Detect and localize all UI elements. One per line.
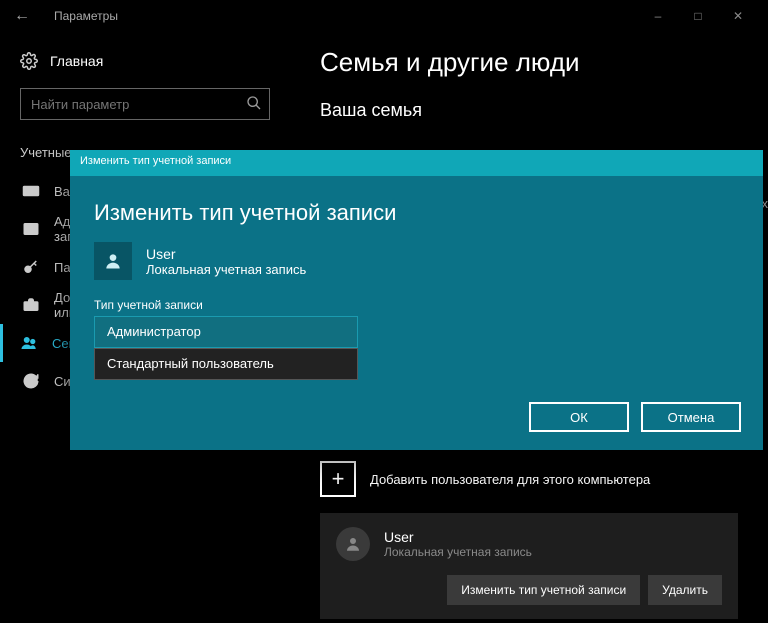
user-name: User: [384, 529, 532, 545]
dialog-titlebar: Изменить тип учетной записи: [70, 150, 763, 176]
sidebar-home-label: Главная: [50, 53, 103, 69]
account-type-label: Тип учетной записи: [94, 298, 739, 312]
maximize-button[interactable]: □: [678, 9, 718, 23]
avatar: [94, 242, 132, 280]
briefcase-icon: [22, 296, 40, 314]
search-icon: [246, 95, 262, 116]
page-heading: Семья и другие люди: [320, 47, 738, 78]
people-icon: [20, 334, 38, 352]
cancel-button[interactable]: Отмена: [641, 402, 741, 432]
user-subtitle: Локальная учетная запись: [384, 545, 532, 559]
dialog-user: User Локальная учетная запись: [94, 242, 739, 280]
window-titlebar: ← Параметры – □ ✕: [0, 0, 768, 32]
change-account-type-button[interactable]: Изменить тип учетной записи: [447, 575, 640, 605]
dialog-user-sub: Локальная учетная запись: [146, 262, 306, 277]
plus-icon: +: [320, 461, 356, 497]
mail-icon: [22, 220, 40, 238]
dialog-heading: Изменить тип учетной записи: [94, 200, 739, 226]
dialog-user-name: User: [146, 246, 306, 262]
section-family: Ваша семья: [320, 100, 738, 121]
remove-user-button[interactable]: Удалить: [648, 575, 722, 605]
add-user-label: Добавить пользователя для этого компьюте…: [370, 472, 650, 487]
option-administrator[interactable]: Администратор: [94, 316, 358, 348]
option-standard[interactable]: Стандартный пользователь: [94, 348, 358, 380]
person-icon: [344, 535, 362, 553]
sidebar-home[interactable]: Главная: [20, 52, 280, 70]
ok-button[interactable]: ОК: [529, 402, 629, 432]
minimize-button[interactable]: –: [638, 9, 678, 23]
search-box[interactable]: [20, 88, 280, 120]
account-type-select[interactable]: Администратор Стандартный пользователь: [94, 316, 358, 380]
key-icon: [22, 258, 40, 276]
avatar: [336, 527, 370, 561]
back-button[interactable]: ←: [10, 7, 34, 25]
window-title: Параметры: [54, 9, 118, 23]
close-button[interactable]: ✕: [718, 9, 758, 23]
sync-icon: [22, 372, 40, 390]
gear-icon: [20, 52, 38, 70]
user-card: User Локальная учетная запись Изменить т…: [320, 513, 738, 619]
account-type-dialog: Изменить тип учетной записи Изменить тип…: [70, 150, 763, 450]
add-user-row[interactable]: + Добавить пользователя для этого компью…: [320, 461, 738, 497]
id-card-icon: [22, 182, 40, 200]
search-input[interactable]: [20, 88, 270, 120]
person-icon: [103, 251, 123, 271]
